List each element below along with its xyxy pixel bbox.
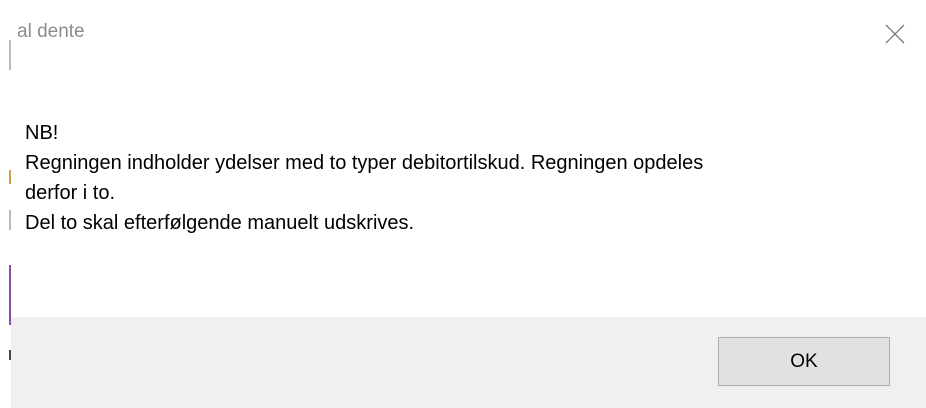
message-line: derfor i to. <box>25 182 116 204</box>
title-bar: al dente <box>11 0 926 68</box>
message-dialog: al dente NB! Regningen indholder ydelser… <box>0 0 926 408</box>
background-window-edge <box>0 0 11 408</box>
message-line: Del to skal efterfølgende manuelt udskri… <box>25 212 415 234</box>
window-title: al dente <box>17 21 85 42</box>
dialog-content: NB! Regningen indholder ydelser med to t… <box>11 68 926 317</box>
message-line: NB! <box>25 122 59 144</box>
ok-button[interactable]: OK <box>718 337 890 386</box>
close-icon <box>885 24 905 44</box>
message-text: NB! Regningen indholder ydelser med to t… <box>25 118 865 238</box>
close-button[interactable] <box>864 0 926 68</box>
message-line: Regningen indholder ydelser med to typer… <box>25 152 704 174</box>
dialog-footer: OK <box>11 317 926 408</box>
